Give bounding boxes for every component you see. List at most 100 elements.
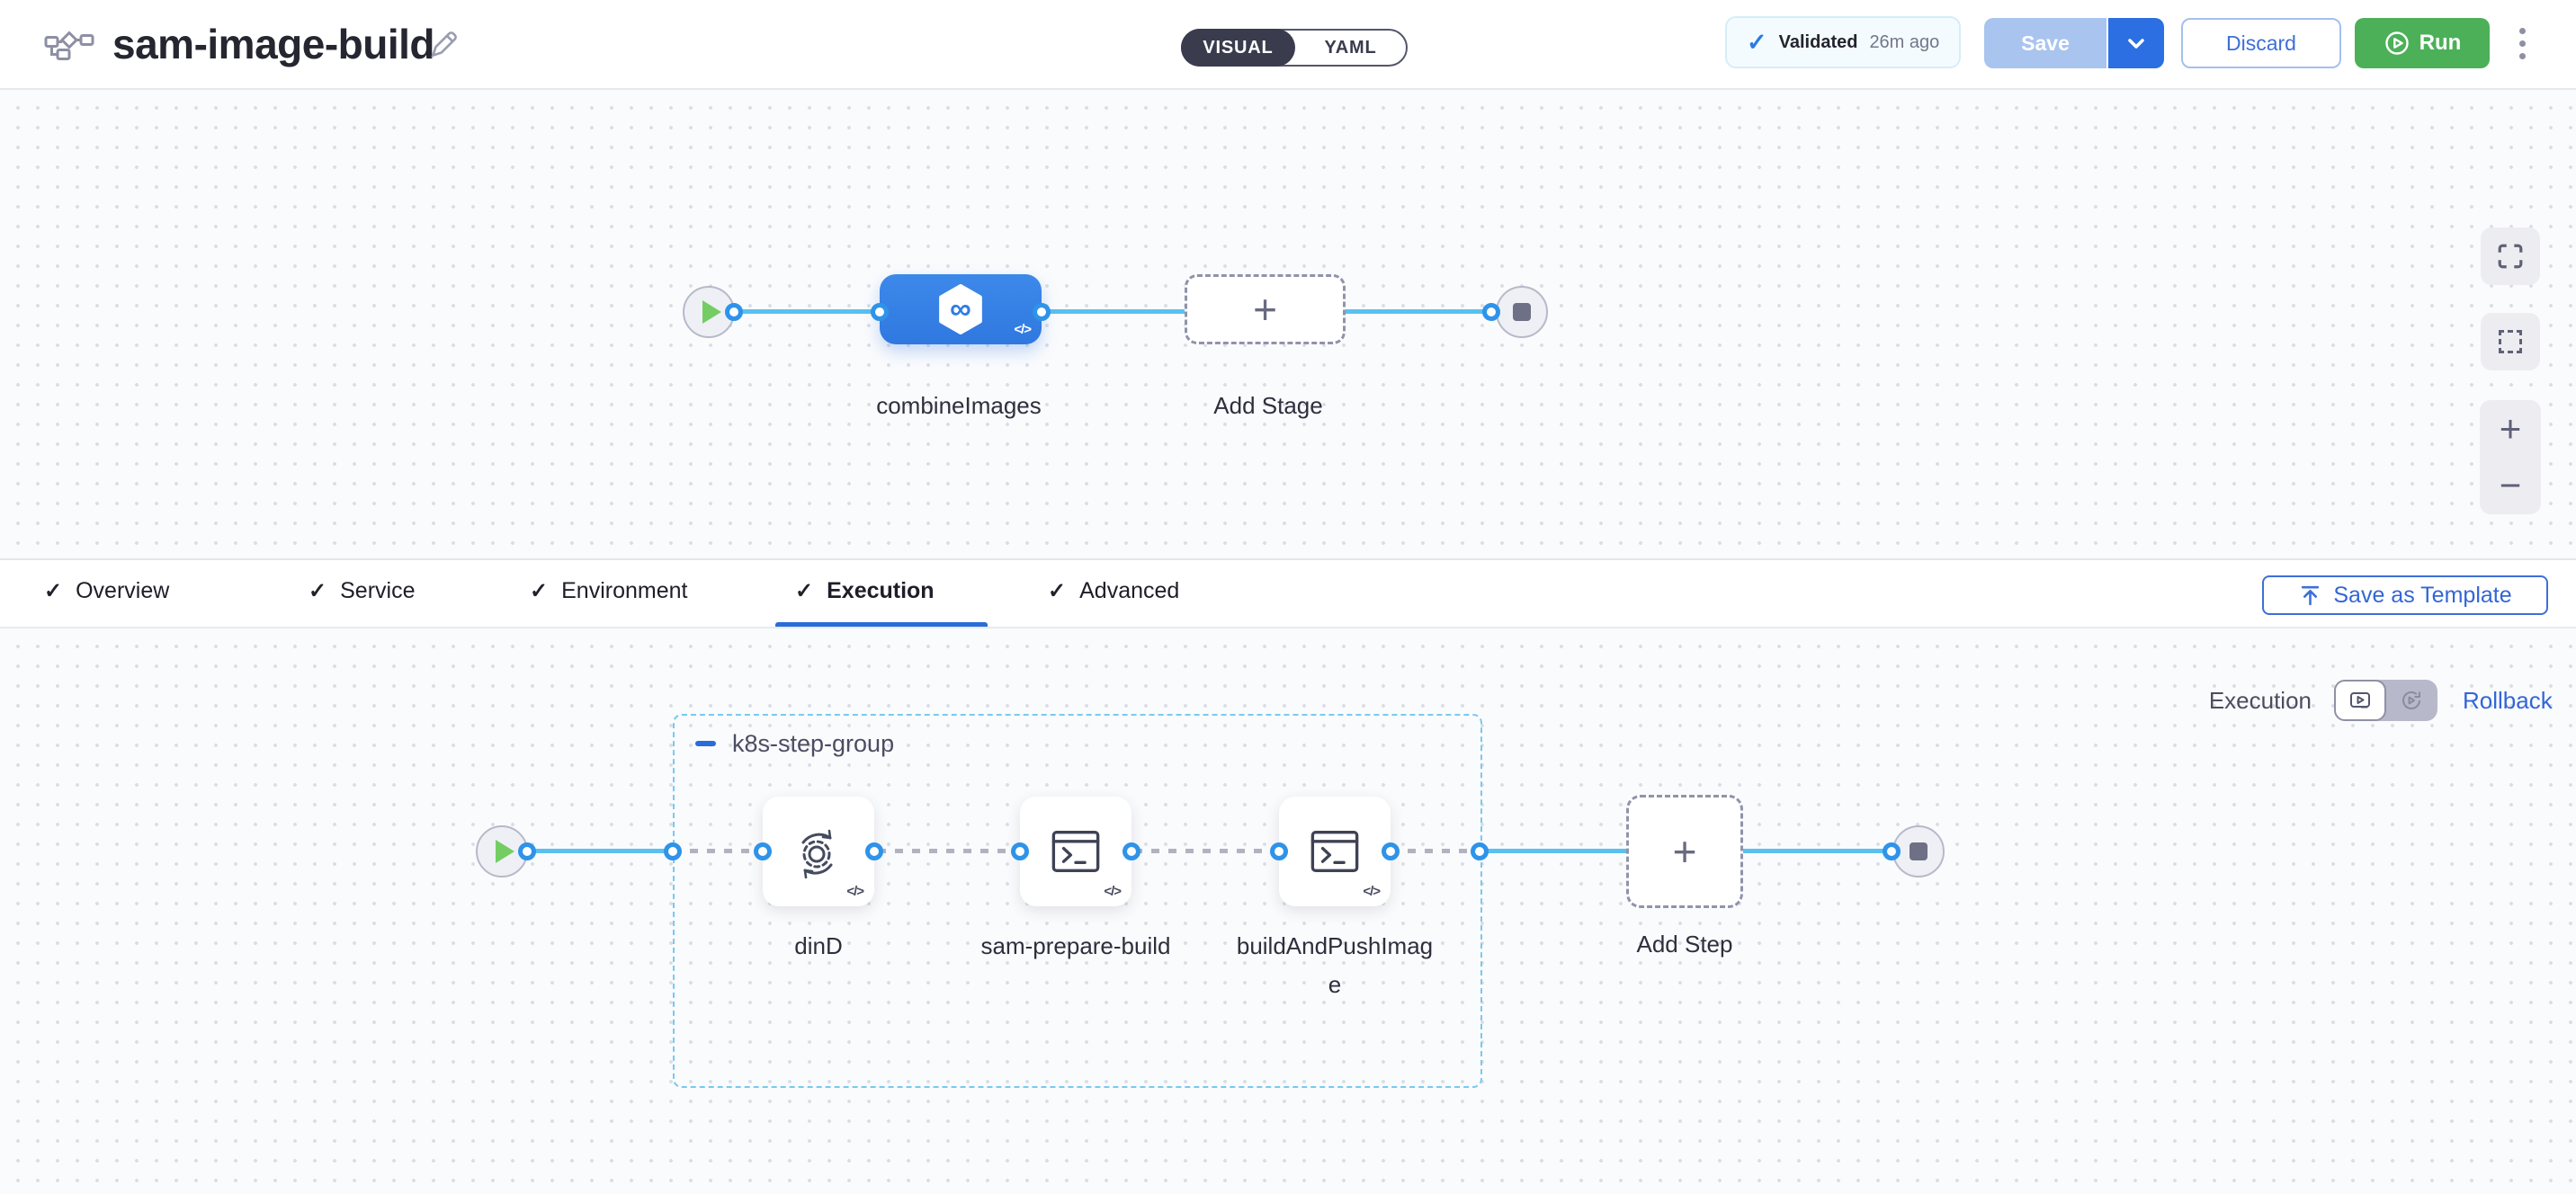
save-as-template-button[interactable]: Save as Template (2262, 575, 2548, 615)
collapse-group-minus-icon[interactable] (695, 741, 716, 746)
stage-canvas: ∞ </> + combineImages Add Stage + − (0, 90, 2576, 558)
execution-canvas: Execution Rollback k8s-step-grou (0, 628, 2576, 1194)
terminal-icon (1051, 828, 1101, 875)
tab-label: Environment (561, 578, 687, 604)
stage-label: combineImages (860, 387, 1058, 425)
edge-connector (871, 303, 889, 321)
ci-stage-hexagon-icon: ∞ (937, 284, 984, 334)
edge-connector (1270, 842, 1288, 860)
edge-connector (1482, 303, 1500, 321)
validated-badge[interactable]: ✓ Validated 26m ago (1725, 16, 1961, 68)
run-label: Run (2419, 31, 2462, 56)
code-icon: </> (1014, 322, 1031, 337)
check-icon: ✓ (1747, 29, 1767, 57)
code-icon: </> (846, 884, 863, 899)
step-group-title: k8s-step-group (732, 730, 894, 758)
stop-icon (1910, 842, 1928, 860)
check-icon: ✓ (1048, 578, 1066, 604)
chevron-down-icon (2122, 29, 2151, 58)
more-options-kebab-icon[interactable] (2508, 18, 2536, 68)
zoom-in-button[interactable]: + (2480, 400, 2541, 458)
rollback-view-button[interactable] (2386, 680, 2437, 721)
edge-connector (518, 842, 536, 860)
tab-execution[interactable]: ✓ Execution (795, 560, 935, 622)
pipeline-studio: sam-image-build VISUAL YAML ✓ Validated … (0, 0, 2576, 1194)
toggle-visual[interactable]: VISUAL (1181, 29, 1295, 67)
pipeline-icon (44, 31, 94, 66)
save-as-template-label: Save as Template (2333, 583, 2511, 609)
stage-tab-bar: ✓ Overview ✓ Service ✓ Environment ✓ Exe… (0, 558, 2576, 628)
edge-connector (1011, 842, 1029, 860)
stage-node-combineimages[interactable]: ∞ </> (880, 274, 1042, 344)
active-tab-underline (775, 622, 988, 627)
tab-label: Service (340, 578, 415, 604)
visual-yaml-toggle: VISUAL YAML (1181, 29, 1408, 67)
stage-edge (734, 309, 1496, 314)
edge-connector (1033, 303, 1051, 321)
plus-icon: + (1253, 289, 1277, 330)
page-title: sam-image-build (112, 0, 434, 88)
discard-button[interactable]: Discard (2181, 18, 2341, 68)
run-button[interactable]: Run (2355, 18, 2490, 68)
rollback-icon (2400, 689, 2423, 712)
exec-edge (527, 849, 673, 853)
tab-label: Overview (76, 578, 169, 604)
edge-connector (664, 842, 682, 860)
validated-label: Validated (1779, 32, 1858, 53)
zoom-out-button[interactable]: − (2480, 458, 2541, 515)
zoom-controls: + − (2480, 400, 2541, 514)
edge-connector (1123, 842, 1140, 860)
tab-label: Advanced (1079, 578, 1179, 604)
tab-service[interactable]: ✓ Service (309, 560, 415, 622)
step-node-dind[interactable]: </> (763, 797, 874, 906)
add-stage-label: Add Stage (1169, 387, 1367, 425)
add-step-button[interactable]: + (1626, 795, 1743, 908)
tab-advanced[interactable]: ✓ Advanced (1048, 560, 1179, 622)
edge-connector (1382, 842, 1400, 860)
add-stage-button[interactable]: + (1185, 274, 1346, 344)
fullscreen-button[interactable] (2481, 227, 2540, 285)
step-node-sam-prepare-build[interactable]: </> (1020, 797, 1131, 906)
step-label-dind: dinD (720, 927, 917, 966)
tab-environment[interactable]: ✓ Environment (530, 560, 687, 622)
marquee-icon (2499, 330, 2522, 353)
check-icon: ✓ (795, 578, 813, 604)
toggle-yaml[interactable]: YAML (1295, 31, 1406, 65)
save-button[interactable]: Save (1984, 18, 2106, 68)
execution-rollback-toggle (2334, 680, 2437, 721)
play-icon (702, 300, 721, 324)
tab-overview[interactable]: ✓ Overview (44, 560, 169, 622)
step-label-buildandpushimage: buildAndPushImage (1236, 927, 1434, 1004)
code-icon: </> (1104, 884, 1121, 899)
marquee-select-button[interactable] (2481, 313, 2540, 370)
edge-connector (1471, 842, 1489, 860)
terminal-icon (1310, 828, 1360, 875)
gear-sync-icon (792, 824, 845, 878)
check-icon: ✓ (309, 578, 326, 604)
edge-connector (754, 842, 772, 860)
edit-title-pencil-icon[interactable] (425, 27, 464, 63)
pipeline-header: sam-image-build VISUAL YAML ✓ Validated … (0, 0, 2576, 90)
svg-text:∞: ∞ (950, 292, 971, 325)
edge-connector (865, 842, 883, 860)
play-icon (496, 840, 514, 863)
edge-connector (725, 303, 743, 321)
code-icon: </> (1363, 884, 1380, 899)
save-split-button: Save (1984, 18, 2164, 68)
upload-icon (2298, 584, 2322, 608)
rollback-link[interactable]: Rollback (2463, 687, 2553, 715)
save-dropdown-button[interactable] (2106, 18, 2164, 68)
edge-connector (1883, 842, 1901, 860)
add-step-label: Add Step (1586, 925, 1784, 964)
check-icon: ✓ (44, 578, 62, 604)
execution-view-button[interactable] (2334, 680, 2386, 721)
pipeline-end-node (1496, 286, 1548, 338)
step-node-buildandpushimage[interactable]: </> (1279, 797, 1391, 906)
step-label-sam-prepare-build: sam-prepare-build (977, 927, 1175, 966)
validated-time: 26m ago (1869, 32, 1939, 53)
plus-icon: + (1673, 831, 1697, 872)
stop-icon (1513, 303, 1531, 321)
run-play-icon (2384, 30, 2411, 57)
execution-view-label: Execution (2177, 687, 2312, 715)
check-icon: ✓ (530, 578, 548, 604)
